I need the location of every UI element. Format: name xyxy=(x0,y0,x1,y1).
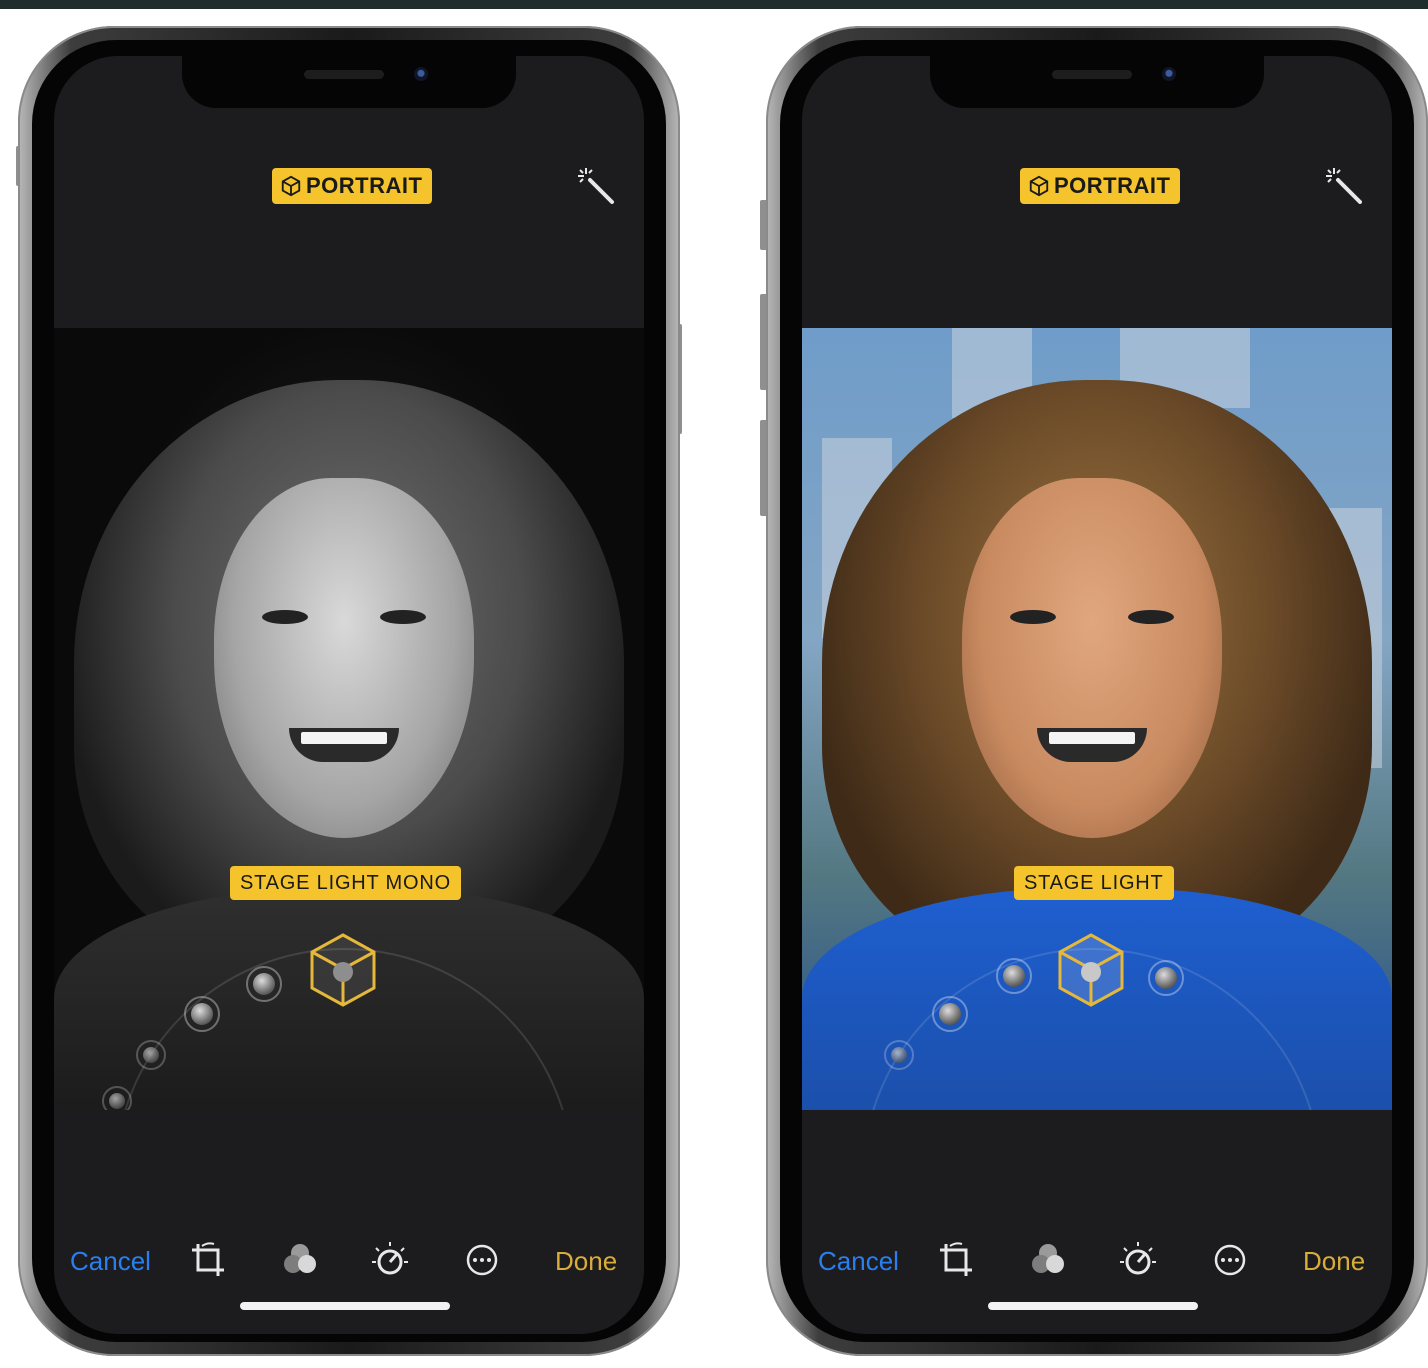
subject-teeth xyxy=(1049,732,1135,744)
notch xyxy=(182,56,516,108)
portrait-label: PORTRAIT xyxy=(1054,173,1171,198)
crop-rotate-icon[interactable] xyxy=(936,1240,976,1280)
front-camera xyxy=(414,67,428,81)
subject-mouth xyxy=(1037,728,1147,762)
lighting-option-contour[interactable] xyxy=(932,996,968,1032)
front-camera xyxy=(1162,67,1176,81)
phone-left: PORTRAIT STAGE LIGHT MONO Cancel Done xyxy=(16,26,682,1356)
cancel-button[interactable]: Cancel xyxy=(818,1246,899,1277)
crop-rotate-icon[interactable] xyxy=(188,1240,228,1280)
subject-face xyxy=(214,478,474,838)
portrait-mode-badge[interactable]: PORTRAIT xyxy=(272,168,433,204)
phone-right: PORTRAIT STAGE LIGHT Cancel Done xyxy=(760,26,1428,1356)
lighting-option-stage[interactable] xyxy=(136,1040,166,1070)
portrait-label: PORTRAIT xyxy=(306,173,423,198)
notch xyxy=(930,56,1264,108)
magic-wand-icon[interactable] xyxy=(576,166,616,206)
filters-icon[interactable] xyxy=(1028,1240,1068,1280)
subject-eye-right xyxy=(380,610,426,624)
phone-screen: PORTRAIT STAGE LIGHT MONO Cancel Done xyxy=(54,56,644,1334)
cancel-button[interactable]: Cancel xyxy=(70,1246,151,1277)
more-options-icon[interactable] xyxy=(462,1240,502,1280)
edit-toolbar: Cancel Done xyxy=(802,1240,1392,1284)
lighting-effect-label: STAGE LIGHT xyxy=(1014,866,1174,900)
done-button[interactable]: Done xyxy=(555,1246,617,1277)
lighting-option-natural[interactable] xyxy=(102,1086,132,1110)
subject-eye-left xyxy=(262,610,308,624)
lighting-effect-text: STAGE LIGHT xyxy=(1024,871,1164,894)
cube-icon xyxy=(281,175,301,197)
done-button[interactable]: Done xyxy=(1303,1246,1365,1277)
subject-eye-right xyxy=(1128,610,1174,624)
home-indicator[interactable] xyxy=(240,1302,450,1310)
home-indicator[interactable] xyxy=(988,1302,1198,1310)
earpiece-speaker xyxy=(1052,70,1132,79)
stage-light-cube-icon[interactable] xyxy=(1056,932,1126,1008)
adjust-dial-icon[interactable] xyxy=(1118,1240,1158,1280)
earpiece-speaker xyxy=(304,70,384,79)
portrait-mode-badge[interactable]: PORTRAIT xyxy=(1020,168,1181,204)
lighting-option-stage-mono[interactable] xyxy=(1148,960,1184,996)
subject-face xyxy=(962,478,1222,838)
subject-eye-left xyxy=(1010,610,1056,624)
adjust-dial-icon[interactable] xyxy=(370,1240,410,1280)
lighting-option-contour[interactable] xyxy=(184,996,220,1032)
portrait-photo[interactable]: STAGE LIGHT xyxy=(802,328,1392,1110)
stage-light-cube-icon[interactable] xyxy=(308,932,378,1008)
lighting-option-studio[interactable] xyxy=(996,958,1032,994)
lighting-option-studio[interactable] xyxy=(246,966,282,1002)
lighting-effect-label: STAGE LIGHT MONO xyxy=(230,866,461,900)
portrait-photo[interactable]: STAGE LIGHT MONO xyxy=(54,328,644,1110)
cube-icon xyxy=(1029,175,1049,197)
lighting-effect-text: STAGE LIGHT MONO xyxy=(240,871,451,894)
subject-mouth xyxy=(289,728,399,762)
lighting-option-natural[interactable] xyxy=(884,1040,914,1070)
filters-icon[interactable] xyxy=(280,1240,320,1280)
edit-toolbar: Cancel Done xyxy=(54,1240,644,1284)
phone-screen: PORTRAIT STAGE LIGHT Cancel Done xyxy=(802,56,1392,1334)
magic-wand-icon[interactable] xyxy=(1324,166,1364,206)
subject-teeth xyxy=(301,732,387,744)
more-options-icon[interactable] xyxy=(1210,1240,1250,1280)
window-top-bar xyxy=(0,0,1428,9)
